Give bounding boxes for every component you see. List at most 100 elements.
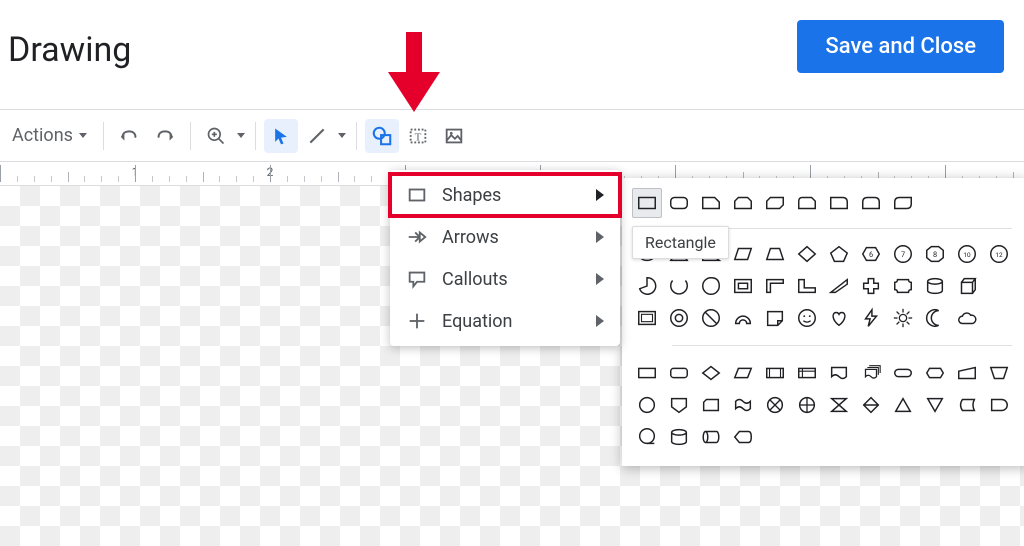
shape-round-diag[interactable]: [888, 188, 918, 218]
textbox-tool-button[interactable]: T: [401, 119, 435, 153]
svg-text:7: 7: [901, 250, 905, 259]
shape-rectangle[interactable]: [632, 188, 662, 218]
shape-flow-magnetic[interactable]: [664, 422, 694, 452]
chevron-down-icon: [79, 133, 87, 138]
rectangle-outline-icon: [406, 184, 428, 206]
shape-l-shape[interactable]: [792, 271, 822, 301]
gallery-row: [632, 188, 1024, 218]
shape-parallelogram[interactable]: [728, 239, 758, 269]
shape-flow-offpage[interactable]: [664, 390, 694, 420]
shape-flow-or[interactable]: [792, 390, 822, 420]
shape-chord[interactable]: [664, 271, 694, 301]
shape-flow-multi[interactable]: [856, 358, 886, 388]
gallery-row: [632, 303, 1024, 333]
shape-hexagon[interactable]: 6: [856, 239, 886, 269]
shape-diamond[interactable]: [792, 239, 822, 269]
save-and-close-button[interactable]: Save and Close: [797, 20, 1004, 73]
shape-flow-process[interactable]: [632, 358, 662, 388]
shape-flow-seq[interactable]: [632, 422, 662, 452]
shape-heptagon[interactable]: 7: [888, 239, 918, 269]
shape-flow-decision[interactable]: [696, 358, 726, 388]
menu-item-shapes[interactable]: Shapes: [390, 174, 620, 216]
zoom-group: [199, 119, 247, 153]
shape-flow-predefined[interactable]: [760, 358, 790, 388]
shape-snip-round[interactable]: [792, 188, 822, 218]
shape-half-frame[interactable]: [760, 271, 790, 301]
shape-snip-single[interactable]: [696, 188, 726, 218]
menu-item-callouts[interactable]: Callouts: [390, 258, 620, 300]
shape-rounded-rectangle[interactable]: [664, 188, 694, 218]
shape-trapezoid[interactable]: [760, 239, 790, 269]
shape-frame[interactable]: [728, 271, 758, 301]
shape-flow-manual-input[interactable]: [952, 358, 982, 388]
redo-button[interactable]: [148, 119, 182, 153]
tooltip-label: Rectangle: [645, 233, 716, 252]
shape-flow-preparation[interactable]: [920, 358, 950, 388]
shape-flow-document[interactable]: [824, 358, 854, 388]
shape-flow-collate[interactable]: [824, 390, 854, 420]
shape-no-symbol[interactable]: [696, 303, 726, 333]
shape-round-same[interactable]: [856, 188, 886, 218]
shape-flow-manual-op[interactable]: [984, 358, 1014, 388]
shape-lightning[interactable]: [856, 303, 886, 333]
shape-flow-card[interactable]: [696, 390, 726, 420]
shape-moon[interactable]: [920, 303, 950, 333]
image-tool-button[interactable]: [437, 119, 471, 153]
shape-dodecagon[interactable]: 12: [984, 239, 1014, 269]
shape-flow-direct[interactable]: [696, 422, 726, 452]
zoom-button[interactable]: [199, 119, 233, 153]
toolbar-separator: [190, 122, 191, 150]
shape-donut[interactable]: [664, 303, 694, 333]
line-tool-button[interactable]: [300, 119, 334, 153]
shape-flow-delay[interactable]: [984, 390, 1014, 420]
shape-flow-alt-process[interactable]: [664, 358, 694, 388]
chevron-right-icon: [596, 273, 604, 285]
shape-teardrop[interactable]: [696, 271, 726, 301]
shape-flow-stored[interactable]: [952, 390, 982, 420]
dialog-title: Drawing: [8, 30, 131, 70]
shapes-gallery-flyout: 6 7 8 10 12: [622, 178, 1024, 466]
shape-sun[interactable]: [888, 303, 918, 333]
menu-item-label: Arrows: [442, 227, 499, 248]
shape-round-single[interactable]: [824, 188, 854, 218]
gallery-row: [632, 390, 1024, 420]
shape-cloud[interactable]: [952, 303, 982, 333]
shape-flow-sort[interactable]: [856, 390, 886, 420]
shape-flow-display[interactable]: [728, 422, 758, 452]
shape-snip-same[interactable]: [728, 188, 758, 218]
shape-block-arc[interactable]: [728, 303, 758, 333]
shape-flow-internal[interactable]: [792, 358, 822, 388]
shape-cube[interactable]: [952, 271, 982, 301]
undo-button[interactable]: [112, 119, 146, 153]
shape-snip-diag[interactable]: [760, 188, 790, 218]
menu-item-equation[interactable]: Equation: [390, 300, 620, 342]
menu-item-arrows[interactable]: Arrows: [390, 216, 620, 258]
shape-flow-tape[interactable]: [728, 390, 758, 420]
shape-decagon[interactable]: 10: [952, 239, 982, 269]
actions-menu-button[interactable]: Actions: [4, 119, 95, 152]
shape-flow-terminator[interactable]: [888, 358, 918, 388]
shape-heart[interactable]: [824, 303, 854, 333]
shape-smiley[interactable]: [792, 303, 822, 333]
cursor-icon: [271, 126, 291, 146]
shape-flow-junction[interactable]: [760, 390, 790, 420]
shape-plaque[interactable]: [888, 271, 918, 301]
shape-tool-button[interactable]: [365, 119, 399, 153]
shape-bevel[interactable]: [632, 303, 662, 333]
zoom-dropdown[interactable]: [233, 119, 247, 153]
shape-folded-corner[interactable]: [760, 303, 790, 333]
shape-flow-connector[interactable]: [632, 390, 662, 420]
shape-can[interactable]: [920, 271, 950, 301]
shape-flow-data[interactable]: [728, 358, 758, 388]
shape-flow-extract[interactable]: [888, 390, 918, 420]
shape-cross[interactable]: [856, 271, 886, 301]
shape-octagon[interactable]: 8: [920, 239, 950, 269]
line-dropdown[interactable]: [334, 119, 348, 153]
shape-diag-stripe[interactable]: [824, 271, 854, 301]
select-tool-button[interactable]: [264, 119, 298, 153]
svg-text:T: T: [415, 131, 422, 143]
shape-pie[interactable]: [632, 271, 662, 301]
shape-pentagon[interactable]: [824, 239, 854, 269]
annotation-arrow-icon: [388, 32, 440, 112]
shape-flow-merge[interactable]: [920, 390, 950, 420]
